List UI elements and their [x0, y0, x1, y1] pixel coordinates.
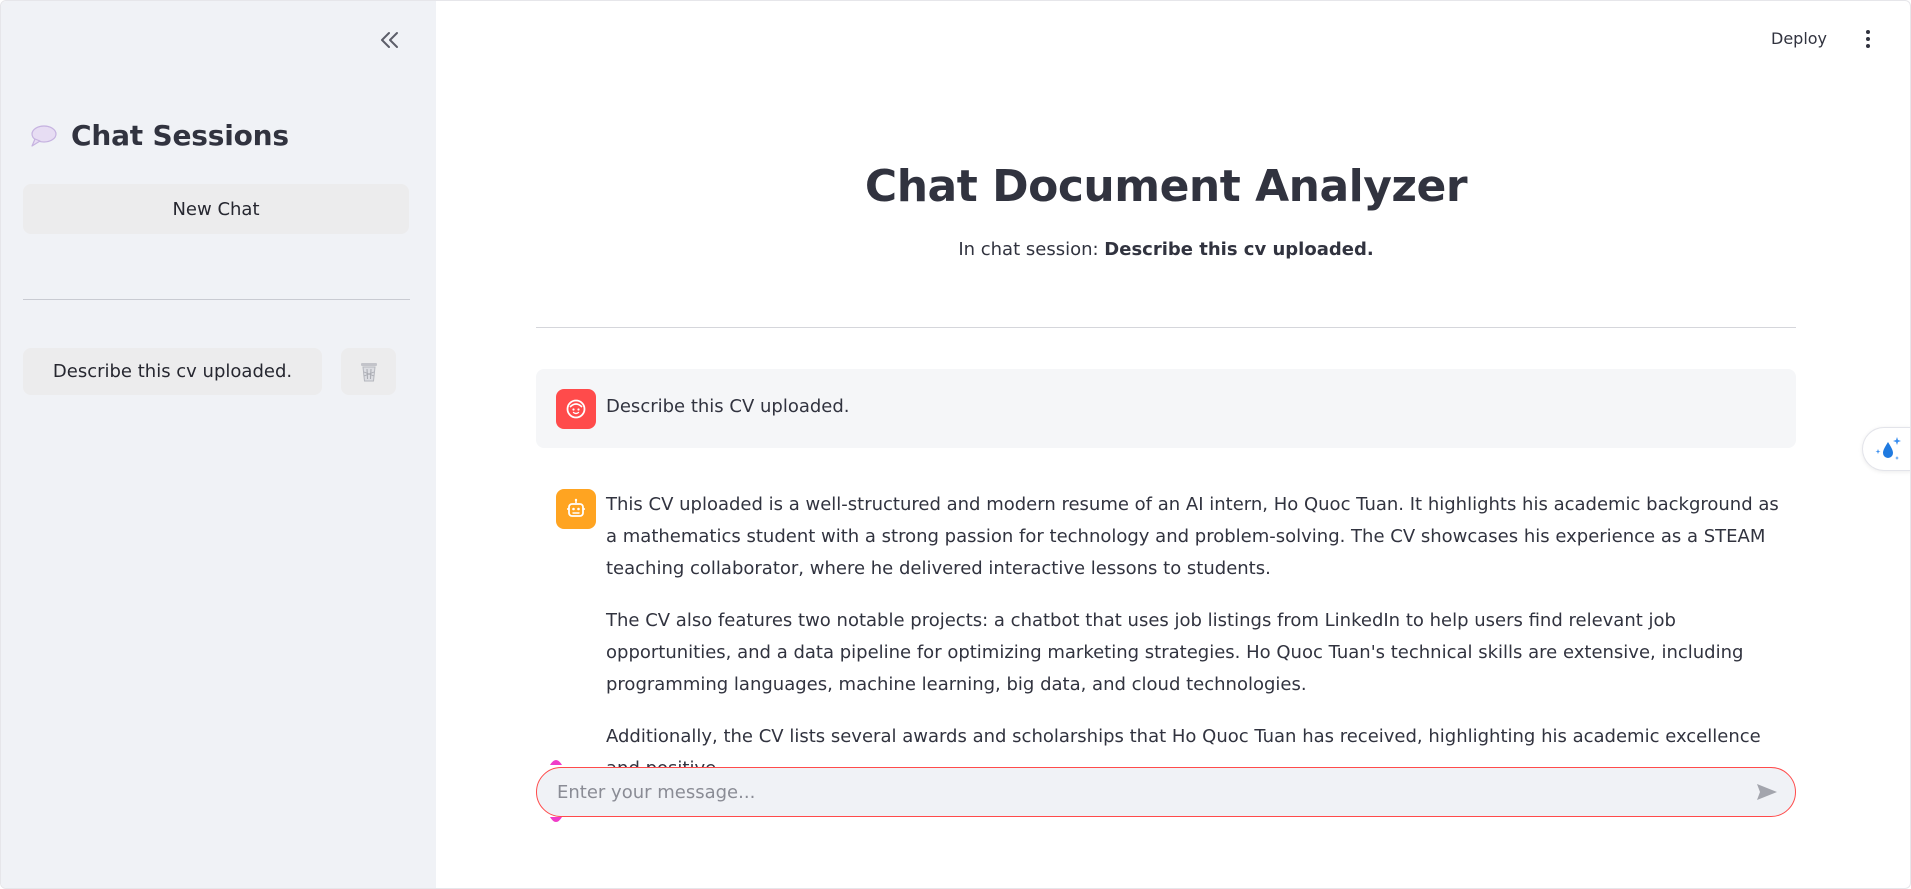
- menu-dot: [1866, 30, 1870, 34]
- session-caption-name: Describe this cv uploaded.: [1104, 239, 1374, 260]
- collapse-sidebar-button[interactable]: [375, 25, 405, 55]
- sidebar-divider: [23, 299, 410, 300]
- floating-assistant-button[interactable]: [1862, 427, 1910, 471]
- resize-handle-bottom-icon[interactable]: [549, 816, 563, 826]
- sidebar: Chat Sessions New Chat Describe this cv …: [1, 1, 436, 888]
- assistant-message-body: This CV uploaded is a well-structured an…: [606, 489, 1781, 805]
- sidebar-title: Chat Sessions: [29, 119, 289, 152]
- double-chevron-left-icon: [381, 32, 398, 48]
- send-button[interactable]: [1753, 780, 1781, 804]
- assistant-avatar: [556, 489, 596, 529]
- chat-input[interactable]: [557, 776, 1707, 808]
- deploy-button[interactable]: Deploy: [1771, 29, 1827, 48]
- assistant-paragraph: This CV uploaded is a well-structured an…: [606, 494, 1779, 579]
- water-drop-sparkle-icon: [1875, 437, 1901, 460]
- send-arrow-icon: [1757, 784, 1777, 800]
- session-item-button[interactable]: Describe this cv uploaded.: [23, 348, 322, 395]
- chat-input-container: [536, 767, 1796, 817]
- menu-dot: [1866, 44, 1870, 48]
- new-chat-button[interactable]: New Chat: [23, 184, 409, 234]
- menu-dot: [1866, 37, 1870, 41]
- chat-message-assistant: This CV uploaded is a well-structured an…: [536, 479, 1796, 779]
- session-caption: In chat session: Describe this cv upload…: [536, 239, 1796, 260]
- assistant-paragraph: The CV also features two notable project…: [606, 610, 1744, 695]
- app-window: Chat Sessions New Chat Describe this cv …: [0, 0, 1911, 889]
- page-title: Chat Document Analyzer: [864, 161, 1468, 212]
- kebab-menu-icon[interactable]: [1859, 27, 1877, 51]
- sidebar-title-text: Chat Sessions: [71, 119, 289, 152]
- chat-message-user: Describe this CV uploaded.: [536, 369, 1796, 448]
- speech-balloon-icon: [31, 124, 57, 147]
- user-face-icon: [566, 399, 586, 419]
- main-divider: [536, 327, 1796, 328]
- resize-handle-top-icon[interactable]: [549, 756, 563, 766]
- user-message-text: Describe this CV uploaded.: [606, 396, 850, 417]
- user-avatar: [556, 389, 596, 429]
- session-caption-prefix: In chat session:: [958, 239, 1099, 260]
- delete-session-button[interactable]: [341, 348, 396, 395]
- robot-icon: [567, 498, 585, 517]
- trash-icon: [360, 362, 377, 381]
